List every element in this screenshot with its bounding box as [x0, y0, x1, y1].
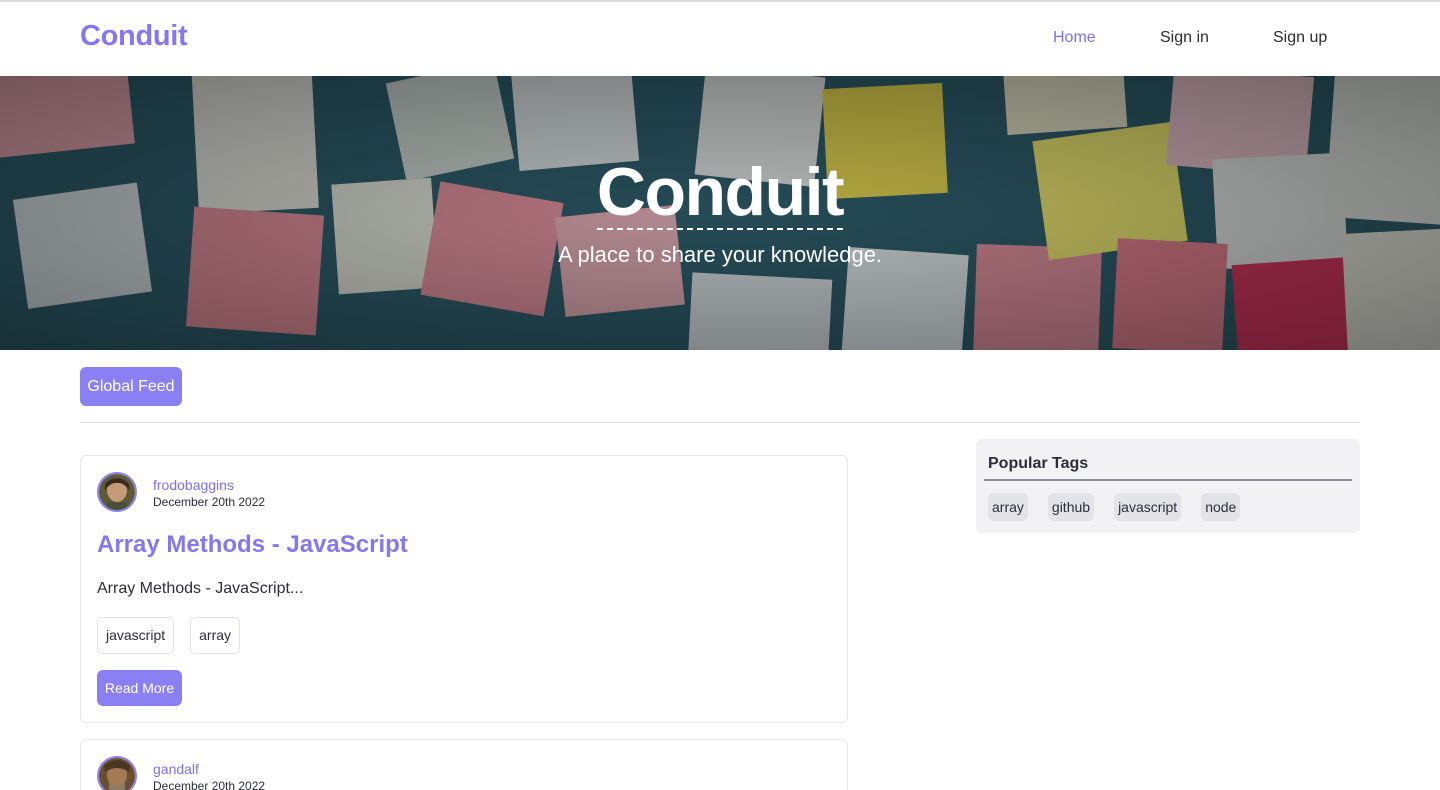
hero-subtitle: A place to share your knowledge. [557, 242, 883, 267]
feed-divider [80, 422, 1360, 423]
popular-tag[interactable]: javascript [1114, 493, 1182, 521]
article-date: December 20th 2022 [153, 779, 266, 790]
read-more-button[interactable]: Read More [97, 670, 182, 706]
avatar[interactable] [97, 472, 137, 512]
hero-title: Conduit [596, 154, 845, 230]
article-date: December 20th 2022 [153, 495, 266, 509]
popular-tags-title: Popular Tags [988, 455, 1089, 472]
tab-global-feed[interactable]: Global Feed [80, 367, 182, 406]
popular-tag[interactable]: github [1047, 493, 1095, 521]
article-card: frodobaggins December 20th 2022 Array Me… [80, 455, 848, 723]
popular-tags-divider [984, 479, 1352, 481]
brand-logo[interactable]: Conduit [80, 20, 188, 53]
article-title[interactable]: Array Methods - JavaScript [97, 531, 408, 559]
article-tag[interactable]: javascript [97, 617, 175, 654]
nav-link-sign-in[interactable]: Sign in [1160, 29, 1209, 47]
avatar-image [99, 758, 135, 790]
avatar[interactable] [97, 756, 137, 790]
hero-banner: Conduit A place to share your knowledge. [0, 76, 1440, 350]
avatar-image [99, 474, 135, 510]
popular-tag[interactable]: node [1201, 493, 1241, 521]
popular-tags-list: array github javascript node [988, 493, 1241, 521]
author-link[interactable]: frodobaggins [153, 477, 234, 493]
navbar: Conduit Home Sign in Sign up [0, 2, 1440, 76]
popular-tags-panel: Popular Tags array github javascript nod… [976, 439, 1360, 533]
author-link[interactable]: gandalf [153, 761, 199, 777]
article-description: Array Methods - JavaScript... [97, 580, 304, 597]
popular-tag[interactable]: array [988, 493, 1028, 521]
article-tag-list: javascript array [97, 617, 241, 654]
article-card: gandalf December 20th 2022 [80, 739, 848, 790]
nav-link-sign-up[interactable]: Sign up [1273, 29, 1327, 47]
hero-title-wrap: Conduit [0, 158, 1440, 230]
nav-link-home[interactable]: Home [1053, 29, 1096, 47]
article-tag[interactable]: array [190, 617, 241, 654]
